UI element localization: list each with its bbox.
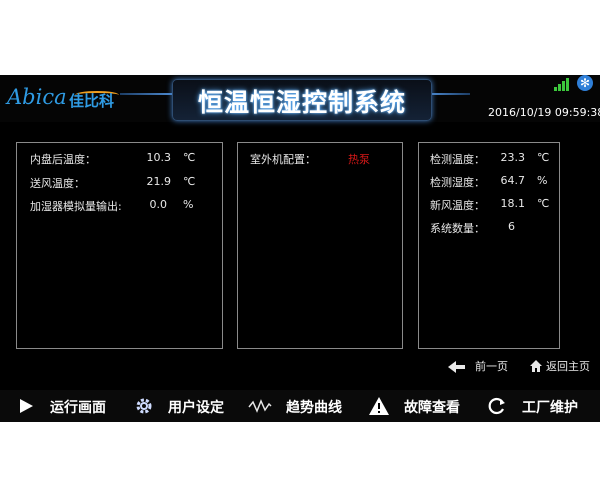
unit-supply-temp: ℃ <box>183 175 196 188</box>
header-bar: Abica 佳比科 恒温恒湿控制系统 ✻ 2016/10/19 09:59:38 <box>0 75 600 122</box>
label-supply-temp: 送风温度： <box>30 177 85 190</box>
menu-trend-curve[interactable]: 趋势曲线 <box>246 390 356 422</box>
fan-icon[interactable]: ✻ <box>577 75 593 91</box>
menu-factory-maintenance-label: 工厂维护 <box>522 400 578 416</box>
trend-icon <box>248 399 272 413</box>
label-outdoor-config: 室外机配置： <box>250 153 316 166</box>
logo-text: Abica <box>7 85 67 109</box>
play-icon <box>20 399 33 413</box>
label-system-count: 系统数量： <box>430 222 485 235</box>
unit-detected-humidity: % <box>537 174 548 187</box>
menu-run-screen-label: 运行画面 <box>50 400 106 416</box>
prev-page-link[interactable]: 前一页 <box>475 358 508 374</box>
page-title: 恒温恒湿控制系统 <box>197 88 406 117</box>
unit-detected-temp: ℃ <box>537 151 550 164</box>
signal-icon <box>554 77 570 91</box>
warning-icon <box>369 397 389 415</box>
panel-outdoor: 室外机配置： 热泵 <box>237 142 403 349</box>
menu-fault-view-label: 故障查看 <box>404 400 460 416</box>
label-humidifier-output: 加湿器模拟量输出: <box>30 200 122 213</box>
logo-cn-text: 佳比科 <box>69 92 115 110</box>
value-coil-temp: 10.3 <box>146 151 172 164</box>
refresh-icon <box>488 397 505 415</box>
unit-coil-temp: ℃ <box>183 151 196 164</box>
title-decor-left <box>120 93 172 95</box>
panel-indoor: 内盘后温度： 10.3 ℃ 送风温度： 21.9 ℃ 加湿器模拟量输出: 0.0… <box>16 142 223 349</box>
menu-fault-view[interactable]: 故障查看 <box>366 390 476 422</box>
label-coil-temp: 内盘后温度： <box>30 153 96 166</box>
panel-detection: 检测温度： 23.3 ℃ 检测湿度： 64.7 % 新风温度： 18.1 ℃ 系… <box>418 142 560 349</box>
home-link[interactable]: 返回主页 <box>546 358 590 374</box>
value-system-count: 6 <box>508 220 515 233</box>
label-detected-humidity: 检测湿度： <box>430 176 485 189</box>
unit-humidifier-output: % <box>183 198 194 211</box>
label-detected-temp: 检测温度： <box>430 153 485 166</box>
hmi-screen: Abica 佳比科 恒温恒湿控制系统 ✻ 2016/10/19 09:59:38… <box>0 75 600 422</box>
menu-user-settings-label: 用户设定 <box>168 400 224 416</box>
home-icon[interactable] <box>529 359 543 373</box>
gear-icon <box>136 398 152 414</box>
title-decor-right <box>430 93 470 95</box>
menu-user-settings[interactable]: 用户设定 <box>128 390 238 422</box>
back-arrow-tail <box>455 365 465 369</box>
menu-factory-maintenance[interactable]: 工厂维护 <box>484 390 600 422</box>
title-frame: 恒温恒湿控制系统 <box>172 79 432 121</box>
value-supply-temp: 21.9 <box>146 175 172 188</box>
menu-run-screen[interactable]: 运行画面 <box>0 390 120 422</box>
unit-fresh-air-temp: ℃ <box>537 197 550 210</box>
value-fresh-air-temp: 18.1 <box>500 197 526 210</box>
menu-trend-curve-label: 趋势曲线 <box>286 400 342 416</box>
datetime: 2016/10/19 09:59:38 <box>488 106 600 119</box>
bottom-menu: 运行画面 用户设定 趋势曲线 故障查看 工厂维护 <box>0 390 600 422</box>
value-outdoor-config: 热泵 <box>348 153 370 166</box>
value-detected-temp: 23.3 <box>500 151 526 164</box>
value-detected-humidity: 64.7 <box>500 174 526 187</box>
label-fresh-air-temp: 新风温度： <box>430 199 485 212</box>
value-humidifier-output: 0.0 <box>149 198 168 211</box>
